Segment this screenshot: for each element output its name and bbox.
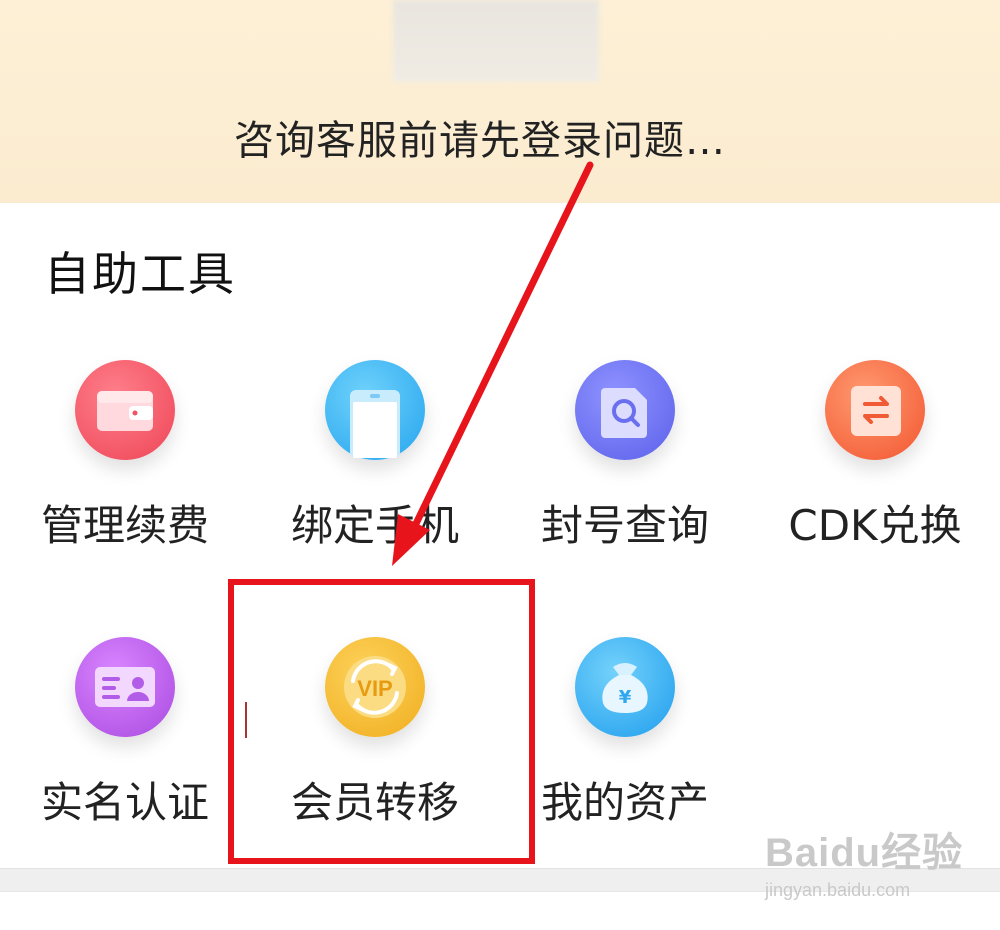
watermark-url: jingyan.baidu.com bbox=[765, 880, 911, 900]
baidu-watermark: Baidu经验 jingyan.baidu.com bbox=[765, 820, 965, 901]
watermark-logo: Baidu经验 bbox=[765, 831, 964, 875]
annotation-arrow-icon bbox=[392, 161, 594, 566]
